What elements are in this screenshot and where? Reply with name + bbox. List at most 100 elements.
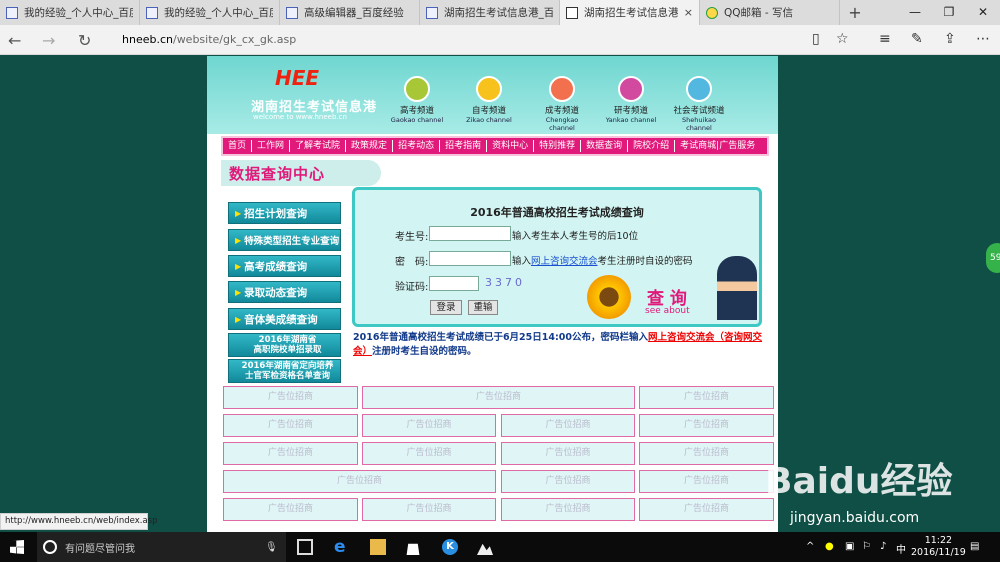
network-icon[interactable]: ⚐: [862, 541, 871, 552]
ad-slot[interactable]: 广告位招商: [223, 386, 358, 409]
ime-indicator[interactable]: 中: [896, 541, 906, 556]
windows-start-icon[interactable]: [10, 540, 24, 554]
refresh-icon[interactable]: ↻: [78, 31, 91, 50]
channel-shehui[interactable]: 社会考试频道 Shehuikao channel: [669, 76, 729, 132]
share-icon[interactable]: ⇪: [944, 31, 956, 47]
side-item-military[interactable]: 2016年湖南省定向培养 士官军检资格名单查询: [228, 359, 341, 383]
ad-slot[interactable]: 广告位招商: [362, 498, 496, 521]
qq-mail-icon: [706, 6, 718, 19]
arrow-icon: ▶: [235, 287, 242, 297]
close-tab-icon[interactable]: ×: [684, 6, 693, 19]
volume-icon[interactable]: ♪: [880, 541, 886, 552]
store-icon[interactable]: [406, 543, 420, 555]
captcha-image[interactable]: 3370: [485, 276, 525, 289]
menu-item[interactable]: 数据查询: [581, 140, 629, 152]
consult-link[interactable]: 网上咨询交流会: [531, 256, 598, 267]
man-figure-icon: [717, 256, 757, 320]
tab-2[interactable]: 高级编辑器_百度经验: [280, 0, 420, 25]
ad-slot[interactable]: 广告位招商: [223, 470, 496, 493]
reset-button[interactable]: 重输: [468, 300, 498, 315]
ad-slot[interactable]: 广告位招商: [223, 498, 358, 521]
ad-slot[interactable]: 广告位招商: [501, 414, 635, 437]
ad-slot[interactable]: 广告位招商: [639, 386, 774, 409]
tray-icon[interactable]: ▣: [845, 541, 854, 552]
page-icon: [566, 6, 578, 19]
tray-app-icon[interactable]: ●: [825, 541, 834, 552]
cortana-search[interactable]: 有问题尽管问我 🎙: [37, 532, 286, 562]
favorite-star-icon[interactable]: ☆: [836, 31, 849, 47]
score-query-panel: 2016年普通高校招生考试成绩查询 考生号: 输入考生本人考生号的后10位 密 …: [352, 187, 762, 327]
channel-zikao[interactable]: 自考频道 Zikao channel: [459, 76, 519, 124]
edge-icon[interactable]: e: [334, 539, 350, 556]
channel-yankao[interactable]: 研考频道 Yankao channel: [601, 76, 661, 124]
tab-0[interactable]: 我的经验_个人中心_百度经: [0, 0, 140, 25]
password-input[interactable]: [429, 251, 511, 266]
ad-slot[interactable]: 广告位招商: [501, 442, 635, 465]
ad-slot[interactable]: 广告位招商: [639, 442, 774, 465]
browser-tab-bar: 我的经验_个人中心_百度经 我的经验_个人中心_百度经 高级编辑器_百度经验 湖…: [0, 0, 1000, 25]
ad-slot[interactable]: 广告位招商: [223, 414, 358, 437]
url-field[interactable]: hneeb.cn/website/gk_cx_gk.asp: [122, 33, 296, 46]
ad-slot[interactable]: 广告位招商: [501, 470, 635, 493]
sunflower-icon: [587, 275, 631, 319]
hub-icon[interactable]: ≡: [879, 31, 891, 47]
menu-item[interactable]: 招考指南: [440, 140, 488, 152]
tab-5[interactable]: QQ邮箱 - 写信: [700, 0, 840, 25]
tray-chevron-icon[interactable]: ^: [806, 541, 814, 552]
menu-item[interactable]: 特别推荐: [534, 140, 582, 152]
maximize-button[interactable]: ❐: [932, 0, 966, 25]
tab-3[interactable]: 湖南招生考试信息港_百度: [420, 0, 560, 25]
reading-view-icon[interactable]: ▯: [812, 31, 820, 47]
forward-icon[interactable]: →: [42, 31, 55, 50]
ad-slot[interactable]: 广告位招商: [639, 498, 774, 521]
menu-item[interactable]: 院校介绍: [628, 140, 676, 152]
minimize-button[interactable]: —: [898, 0, 932, 25]
task-view-icon[interactable]: [297, 539, 313, 555]
password-label: 密 码:: [395, 257, 429, 268]
tab-4-active[interactable]: 湖南招生考试信息港 ×: [560, 0, 700, 25]
ad-slot[interactable]: 广告位招商: [639, 414, 774, 437]
more-icon[interactable]: ⋯: [976, 31, 990, 47]
side-item-plan[interactable]: ▶ 招生计划查询: [228, 202, 341, 224]
menu-item[interactable]: 了解考试院: [290, 140, 347, 152]
exam-number-input[interactable]: [429, 226, 511, 241]
ad-slot[interactable]: 广告位招商: [362, 414, 496, 437]
channel-gaokao[interactable]: 高考频道 Gaokao channel: [387, 76, 447, 124]
side-item-admission[interactable]: ▶ 录取动态查询: [228, 281, 341, 303]
file-explorer-icon[interactable]: [370, 539, 386, 555]
side-item-special[interactable]: ▶ 特殊类型招生专业查询: [228, 229, 341, 251]
ad-slot[interactable]: 广告位招商: [223, 442, 358, 465]
back-icon[interactable]: ←: [8, 31, 21, 50]
channel-chengkao[interactable]: 成考频道 Chengkao channel: [532, 76, 592, 132]
photos-icon[interactable]: [477, 543, 493, 555]
clock[interactable]: 11:22 2016/11/19: [911, 535, 966, 559]
menu-item[interactable]: 考试商城|广告服务: [675, 140, 760, 152]
new-tab-button[interactable]: +: [840, 0, 870, 25]
yankao-icon: [618, 76, 644, 102]
ad-slot[interactable]: 广告位招商: [639, 470, 774, 493]
web-note-icon[interactable]: ✎: [911, 31, 923, 47]
side-item-score[interactable]: ▶ 高考成绩查询: [228, 255, 341, 277]
close-window-button[interactable]: ✕: [966, 0, 1000, 25]
shehui-icon: [686, 76, 712, 102]
arrow-icon: ▶: [235, 235, 242, 245]
tab-1[interactable]: 我的经验_个人中心_百度经: [140, 0, 280, 25]
menu-item[interactable]: 工作网: [252, 140, 291, 152]
menu-item[interactable]: 招考动态: [393, 140, 441, 152]
side-item-art[interactable]: ▶ 音体美成绩查询: [228, 308, 341, 330]
menu-item[interactable]: 首页: [223, 140, 253, 152]
menu-item[interactable]: 资料中心: [487, 140, 535, 152]
menu-item[interactable]: 政策规定: [346, 140, 394, 152]
captcha-input[interactable]: [429, 276, 479, 291]
ad-slot[interactable]: 广告位招商: [362, 386, 635, 409]
notification-icon[interactable]: ▤: [970, 541, 979, 552]
ad-slot[interactable]: 广告位招商: [501, 498, 635, 521]
mic-icon[interactable]: 🎙: [265, 542, 278, 553]
side-item-vocational[interactable]: 2016年湖南省 高职院校单招录取: [228, 333, 341, 357]
login-button[interactable]: 登录: [430, 300, 462, 315]
ad-slot[interactable]: 广告位招商: [362, 442, 496, 465]
see-about-text: see about: [645, 306, 690, 316]
side-badge[interactable]: 59: [986, 243, 1000, 273]
kugou-icon[interactable]: K: [442, 539, 458, 555]
arrow-icon: ▶: [235, 208, 242, 218]
